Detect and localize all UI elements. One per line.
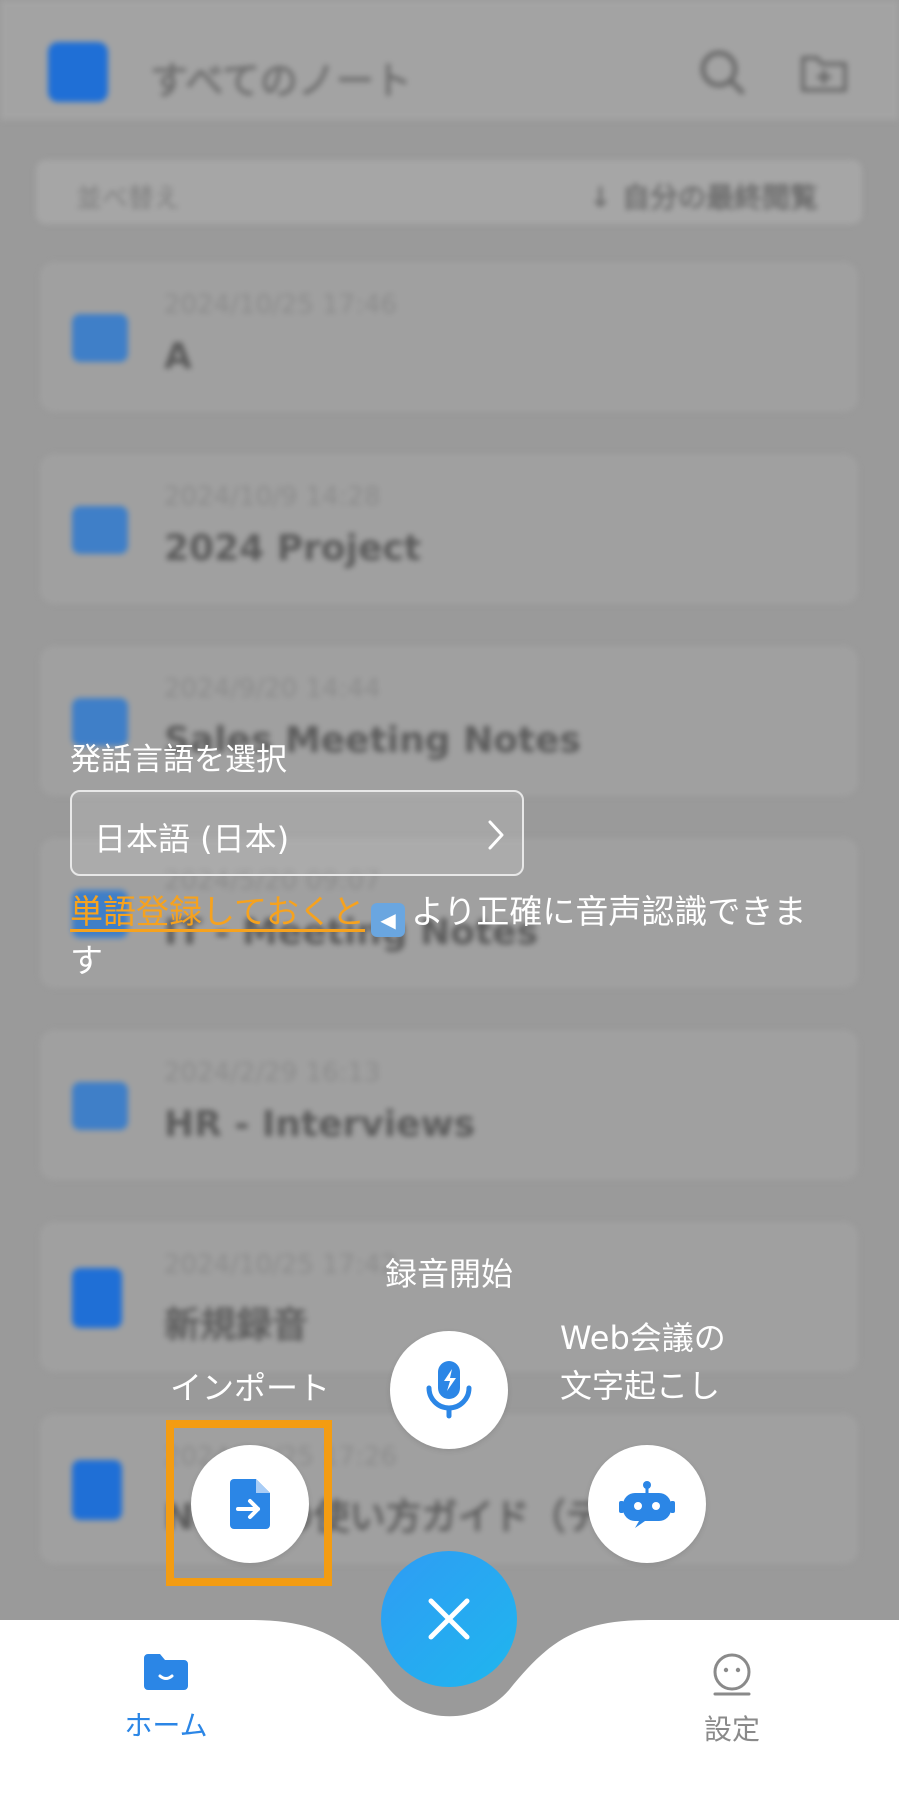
note-title: 新規録音	[164, 1305, 309, 1346]
web-meeting-label: Web会議の 文字起こし	[560, 1314, 726, 1410]
sort-bar[interactable]: 並べ替え ↓ 自分の最終閲覧	[36, 160, 862, 224]
language-label: 発話言語を選択	[70, 742, 287, 778]
top-bar: すべてのノート	[0, 0, 899, 120]
page-title: すべてのノート	[150, 59, 412, 103]
note-title: 2024 Project	[164, 528, 421, 569]
web-meeting-label-line1: Web会議の	[560, 1319, 726, 1357]
note-card[interactable]: 2024/2/29 16:13 HR - Interviews	[40, 1030, 858, 1180]
nav-settings-label: 設定	[703, 1713, 760, 1746]
folder-icon	[72, 506, 128, 554]
new-folder-icon[interactable]	[798, 46, 850, 98]
note-card[interactable]: 2024/10/9 14:28 2024 Project	[40, 454, 858, 604]
vocabulary-link[interactable]: 単語登録しておくと	[70, 892, 365, 931]
chevron-right-icon	[488, 820, 504, 850]
import-label: インポート	[169, 1369, 330, 1407]
home-folder-icon	[144, 1654, 188, 1690]
robot-icon	[619, 1481, 675, 1528]
folder-icon	[72, 1082, 128, 1130]
sort-label: 並べ替え	[76, 184, 181, 214]
web-meeting-label-line2: 文字起こし	[560, 1367, 721, 1405]
language-select[interactable]: 日本語 (日本)	[70, 790, 524, 876]
recording-icon	[72, 1268, 122, 1328]
nav-settings[interactable]: 設定	[662, 1652, 802, 1748]
note-date: 2024/10/9 14:28	[164, 482, 381, 512]
record-label: 録音開始	[384, 1255, 513, 1293]
guide-icon	[72, 1460, 122, 1520]
note-date: 2024/10/25 17:46	[164, 290, 398, 320]
note-date: 2024/2/29 16:13	[164, 1058, 381, 1088]
microphone-icon	[426, 1361, 472, 1419]
nav-home[interactable]: ホーム	[96, 1652, 236, 1744]
web-meeting-button[interactable]	[588, 1445, 706, 1563]
language-value: 日本語 (日本)	[94, 820, 290, 858]
record-button[interactable]	[390, 1331, 508, 1449]
highlight-box	[166, 1420, 332, 1586]
note-title: HR - Interviews	[164, 1104, 476, 1145]
note-date: 2024/10/25 17:42	[164, 1250, 398, 1280]
sort-order[interactable]: ↓ 自分の最終閲覧	[589, 176, 818, 216]
nav-home-label: ホーム	[124, 1709, 208, 1742]
left-arrow-icon: ◀	[371, 903, 406, 937]
search-icon[interactable]	[696, 46, 748, 98]
vocabulary-hint: 単語登録しておくと ◀ より正確に音声認識できます	[70, 888, 830, 985]
note-date: 2024/9/20 14:44	[164, 674, 381, 704]
smiley-face-icon	[713, 1653, 751, 1696]
app-logo	[48, 42, 108, 102]
close-button[interactable]	[381, 1551, 517, 1687]
note-title: A	[164, 336, 192, 377]
note-card[interactable]: 2024/10/25 17:46 A	[40, 262, 858, 412]
close-icon	[428, 1598, 470, 1640]
folder-icon	[72, 314, 128, 362]
